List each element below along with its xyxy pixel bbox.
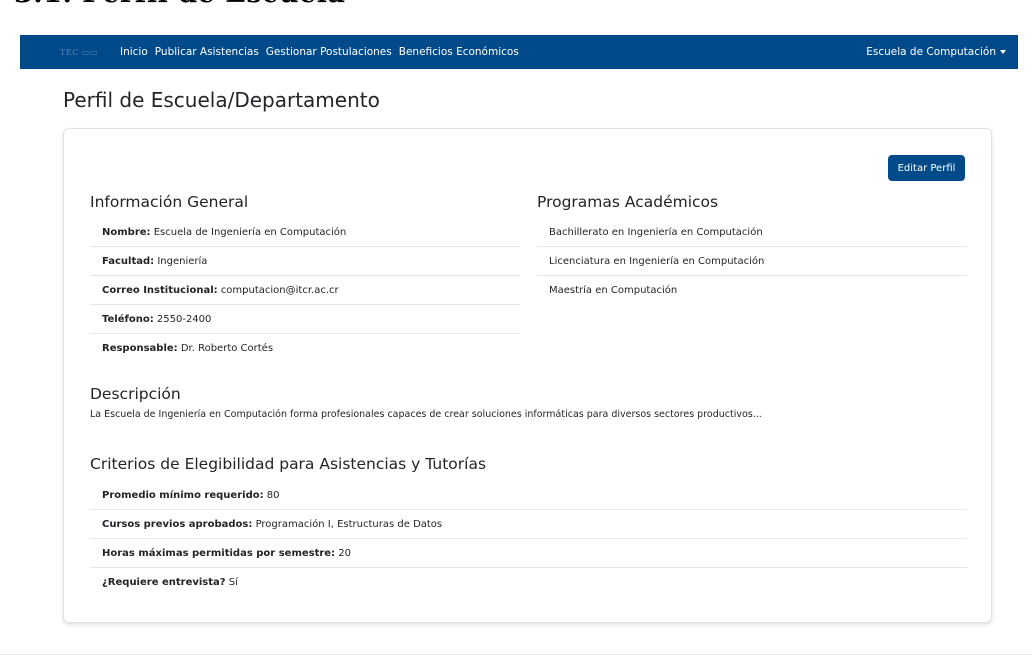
field-value: Programación I, Estructuras de Datos <box>255 519 443 530</box>
profile-card: Editar Perfil Información General Nombre… <box>63 128 992 623</box>
list-item: Cursos previos aprobados: Programación I… <box>90 510 967 539</box>
edit-profile-button[interactable]: Editar Perfil <box>888 155 965 181</box>
list-item: Horas máximas permitidas por semestre: 2… <box>90 539 967 568</box>
description-text: La Escuela de Ingeniería en Computación … <box>90 409 762 420</box>
field-value: Escuela de Ingeniería en Computación <box>153 227 347 238</box>
criteria-title: Criterios de Elegibilidad para Asistenci… <box>90 455 487 473</box>
user-menu-label: Escuela de Computación <box>866 46 996 58</box>
list-item: Correo Institucional: computacion@itcr.a… <box>90 276 520 305</box>
list-item: Responsable: Dr. Roberto Cortés <box>90 334 520 363</box>
tec-logo[interactable]: TEC ▭▭ <box>60 48 98 57</box>
list-item: Teléfono: 2550-2400 <box>90 305 520 334</box>
field-value: Dr. Roberto Cortés <box>180 343 274 354</box>
nav-link-beneficios-economicos[interactable]: Beneficios Económicos <box>399 46 519 58</box>
field-value: 80 <box>266 490 280 501</box>
general-info-title: Información General <box>90 193 249 211</box>
field-value: 20 <box>338 548 352 559</box>
description-title: Descripción <box>90 385 181 403</box>
user-menu-dropdown[interactable]: Escuela de Computación <box>866 46 1006 58</box>
top-navbar: TEC ▭▭ Inicio Publicar Asistencias Gesti… <box>20 35 1018 69</box>
list-item: Nombre: Escuela de Ingeniería en Computa… <box>90 218 520 247</box>
field-label: Teléfono: <box>102 314 154 325</box>
nav-link-publicar-asistencias[interactable]: Publicar Asistencias <box>155 46 259 58</box>
list-item: Promedio mínimo requerido: 80 <box>90 481 967 510</box>
field-value: Ingeniería <box>157 256 208 267</box>
field-label: Responsable: <box>102 343 178 354</box>
programs-title: Programas Académicos <box>537 193 719 211</box>
field-label: Nombre: <box>102 227 151 238</box>
caret-down-icon <box>1000 50 1006 54</box>
nav-links: Inicio Publicar Asistencias Gestionar Po… <box>120 46 519 58</box>
field-value: computacion@itcr.ac.cr <box>220 285 339 296</box>
list-item: Licenciatura en Ingeniería en Computació… <box>537 247 967 276</box>
list-item: Facultad: Ingeniería <box>90 247 520 276</box>
list-item: ¿Requiere entrevista? Sí <box>90 568 967 597</box>
field-label: Cursos previos aprobados: <box>102 519 253 530</box>
document-heading: 3.1. Perfil de Escuela <box>14 0 346 9</box>
footer-divider <box>0 654 1032 655</box>
criteria-list: Promedio mínimo requerido: 80 Cursos pre… <box>90 481 967 597</box>
field-value: Sí <box>228 577 238 588</box>
field-label: Correo Institucional: <box>102 285 218 296</box>
list-item: Maestría en Computación <box>549 285 678 296</box>
field-label: Horas máximas permitidas por semestre: <box>102 548 336 559</box>
field-label: Facultad: <box>102 256 155 267</box>
field-label: ¿Requiere entrevista? <box>102 577 226 588</box>
field-value: 2550-2400 <box>156 314 212 325</box>
general-info-list: Nombre: Escuela de Ingeniería en Computa… <box>90 218 520 363</box>
nav-link-inicio[interactable]: Inicio <box>120 46 148 58</box>
list-item: Bachillerato en Ingeniería en Computació… <box>537 218 967 247</box>
programs-list: Bachillerato en Ingeniería en Computació… <box>537 218 967 305</box>
nav-link-gestionar-postulaciones[interactable]: Gestionar Postulaciones <box>266 46 392 58</box>
page-title: Perfil de Escuela/Departamento <box>63 88 380 112</box>
field-label: Promedio mínimo requerido: <box>102 490 264 501</box>
